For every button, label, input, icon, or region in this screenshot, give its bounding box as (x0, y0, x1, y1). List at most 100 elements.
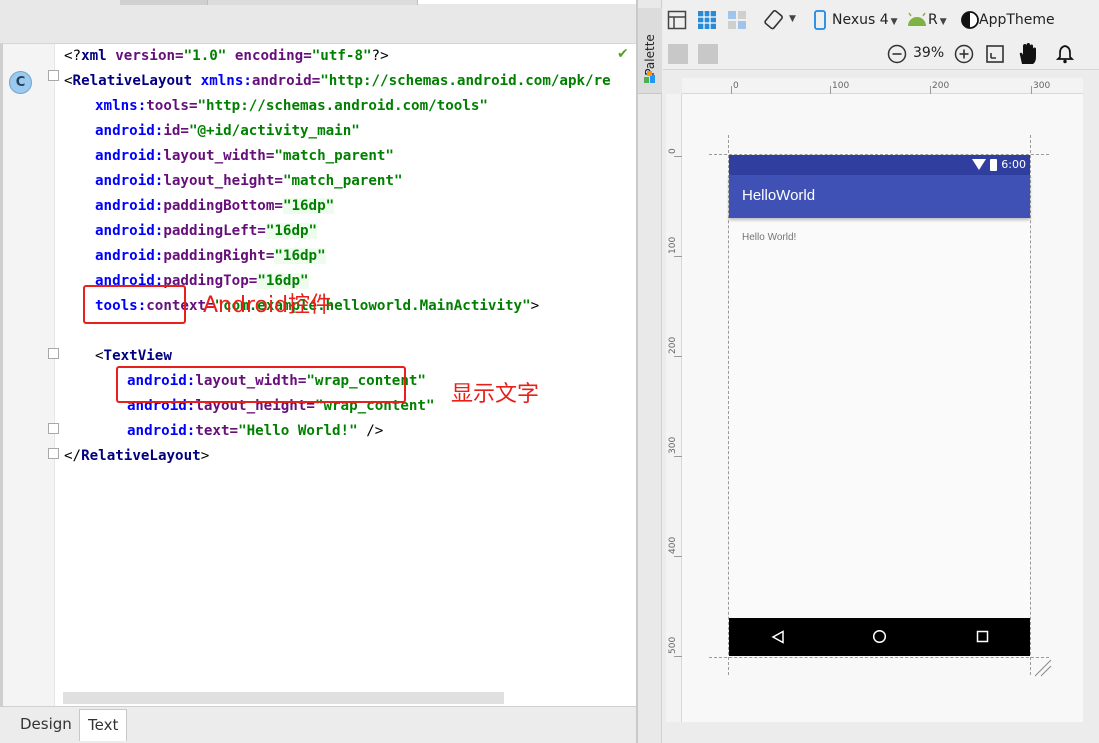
zoom-level: 39% (913, 45, 945, 61)
home-icon (872, 629, 887, 644)
code-token: "match_parent" (282, 173, 403, 189)
code-token: android: (95, 148, 164, 164)
code-token: <? (64, 48, 82, 64)
app-bar: HelloWorld (729, 175, 1030, 218)
code-token: text= (195, 423, 239, 439)
left-ruler: 0 100 200 300 400 500 (666, 94, 682, 722)
ruler-tick (674, 356, 682, 357)
bounds-guide-right (1030, 135, 1031, 675)
ruler-tick (830, 86, 831, 94)
code-token: "http://schemas.android.com/tools" (197, 98, 488, 114)
zoom-toolbar: 39% (663, 40, 1099, 70)
code-line[interactable]: </RelativeLayout> (64, 444, 611, 469)
resize-handle-icon[interactable] (1033, 658, 1053, 678)
ruler-tick (731, 86, 732, 94)
ruler-tick (1031, 86, 1032, 94)
code-line[interactable]: <RelativeLayout xmlns:android="http://sc… (64, 69, 611, 94)
class-c-icon[interactable]: C (9, 71, 32, 94)
device-preview[interactable]: 6:00 HelloWorld Hello World! (729, 155, 1030, 656)
text-attr-highlight-box (116, 366, 406, 403)
battery-icon (990, 159, 997, 171)
ruler-label: 0 (733, 81, 739, 91)
code-token: tools= (146, 98, 198, 114)
status-bar: 6:00 (729, 155, 1030, 175)
editor-tab-active[interactable] (418, 0, 636, 4)
tab-text[interactable]: Text (79, 709, 128, 741)
zoom-out-icon[interactable] (887, 44, 907, 64)
theme-selector[interactable]: AppTheme (979, 12, 1055, 28)
pan-hand-icon[interactable] (1016, 42, 1038, 66)
ruler-tick (674, 556, 682, 557)
annotation-android-control: Android控件 (203, 293, 333, 318)
both-views-icon[interactable] (727, 10, 747, 30)
device-selector[interactable]: Nexus 4 ▼ (832, 12, 898, 28)
code-token: < (95, 348, 104, 364)
code-token: /> (357, 423, 384, 439)
editor-tab[interactable] (208, 0, 418, 5)
code-token: "utf-8" (311, 48, 372, 64)
notifications-bell-icon[interactable] (1056, 44, 1074, 64)
ruler-tick (674, 256, 682, 257)
code-line[interactable]: android:paddingRight="16dp" (64, 244, 611, 269)
code-token: "16dp" (265, 223, 318, 239)
fold-marker-icon[interactable] (48, 348, 59, 359)
code-token: < (64, 73, 73, 89)
fold-marker-icon[interactable] (48, 448, 59, 459)
ruler-label: 200 (668, 336, 678, 354)
orientation-dropdown-caret[interactable]: ▼ (789, 14, 796, 24)
design-view-icon[interactable] (667, 10, 687, 30)
code-line[interactable]: <?xml version="1.0" encoding="utf-8"?> (64, 44, 611, 69)
ruler-label: 0 (668, 148, 678, 154)
code-token: "@+id/activity_main" (188, 123, 360, 139)
fold-marker-icon[interactable] (48, 423, 59, 434)
code-token: encoding= (234, 48, 312, 64)
code-token: paddingBottom= (163, 198, 283, 214)
code-token: "16dp" (282, 198, 335, 214)
textview-highlight-box (83, 285, 186, 324)
orientation-icon[interactable] (763, 9, 785, 31)
code-token: "Hello World!" (238, 423, 358, 439)
ruler-label: 400 (668, 536, 678, 554)
code-line[interactable]: android:paddingLeft="16dp" (64, 219, 611, 244)
fit-height-icon[interactable] (698, 44, 718, 64)
code-token: layout_width= (163, 148, 275, 164)
navigation-bar (729, 618, 1030, 656)
code-line[interactable]: android:id="@+id/activity_main" (64, 119, 611, 144)
api-selector[interactable]: R ▼ (928, 12, 947, 28)
tab-design[interactable]: Design (12, 709, 81, 741)
code-token: ?> (371, 48, 389, 64)
hello-world-textview[interactable]: Hello World! (742, 232, 796, 243)
code-token: xml (81, 48, 116, 64)
code-token: "match_parent" (274, 148, 394, 164)
ruler-tick (674, 156, 682, 157)
ruler-tick (674, 456, 682, 457)
horizontal-scrollbar[interactable] (63, 692, 504, 704)
fit-width-icon[interactable] (668, 44, 688, 64)
zoom-in-icon[interactable] (954, 44, 974, 64)
code-line[interactable]: android:layout_height="match_parent" (64, 169, 611, 194)
palette-icon (644, 71, 655, 83)
inspection-ok-icon[interactable]: ✔ (617, 46, 629, 62)
palette-strip: Palette (638, 0, 662, 743)
code-line[interactable]: android:layout_width="match_parent" (64, 144, 611, 169)
ruler-label: 300 (1033, 81, 1051, 91)
bounds-guide-bottom (709, 657, 1049, 658)
code-token: xmlns: (200, 73, 252, 89)
api-label: R (928, 12, 938, 28)
code-line[interactable]: xmlns:tools="http://schemas.android.com/… (64, 94, 611, 119)
code-token: "1.0" (183, 48, 227, 64)
ruler-label: 200 (932, 81, 950, 91)
ruler-label: 300 (668, 436, 678, 454)
code-line[interactable]: android:paddingBottom="16dp" (64, 194, 611, 219)
editor-tab[interactable] (120, 0, 208, 5)
code-token: android= (251, 73, 321, 89)
blueprint-view-icon[interactable] (697, 10, 717, 30)
code-token: id= (163, 123, 189, 139)
api-dropdown-caret: ▼ (939, 17, 947, 27)
code-line[interactable]: android:text="Hello World!" /> (64, 419, 611, 444)
zoom-to-fit-icon[interactable] (985, 44, 1005, 64)
android-api-icon (908, 12, 926, 26)
app-title: HelloWorld (742, 187, 816, 204)
fold-marker-icon[interactable] (48, 70, 59, 81)
code-token: </ (64, 448, 82, 464)
